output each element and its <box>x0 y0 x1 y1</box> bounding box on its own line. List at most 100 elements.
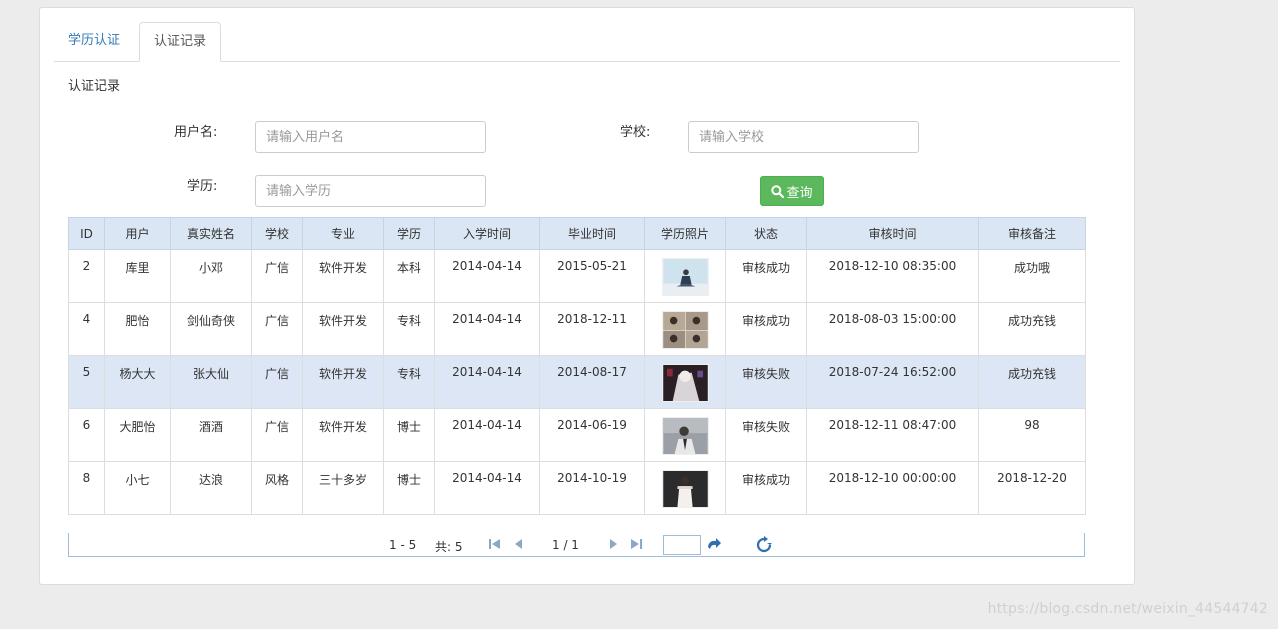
cell-major: 软件开发 <box>302 249 384 303</box>
cell-status: 审核成功 <box>725 249 807 303</box>
cell-enroll: 2014-04-14 <box>434 355 540 409</box>
cell-id: 4 <box>68 302 105 356</box>
page-jump-input[interactable] <box>663 535 701 555</box>
cell-status: 审核成功 <box>725 461 807 515</box>
col-header[interactable]: 学校 <box>251 217 303 250</box>
cell-remark: 98 <box>978 408 1086 462</box>
col-header[interactable]: 用户 <box>104 217 171 250</box>
cell-degree: 博士 <box>383 408 435 462</box>
cell-school: 风格 <box>251 461 303 515</box>
tab-bar: 学历认证 认证记录 <box>54 22 1120 62</box>
col-header[interactable]: 毕业时间 <box>539 217 645 250</box>
school-input[interactable] <box>688 121 919 153</box>
records-table: ID 用户 真实姓名 学校 专业 学历 入学时间 毕业时间 学历照片 状态 审核… <box>68 217 1086 515</box>
cell-graduate: 2015-05-21 <box>539 249 645 303</box>
cell-id: 8 <box>68 461 105 515</box>
cell-photo <box>644 302 726 356</box>
table-row[interactable]: 5 杨大大 张大仙 广信 软件开发 专科 2014-04-14 2014-08-… <box>68 355 1086 409</box>
cell-enroll: 2014-04-14 <box>434 408 540 462</box>
col-header[interactable]: 审核备注 <box>978 217 1086 250</box>
first-page-icon[interactable] <box>487 536 503 552</box>
cell-school: 广信 <box>251 408 303 462</box>
degree-input[interactable] <box>255 175 486 207</box>
degree-photo[interactable] <box>661 258 709 296</box>
cell-school: 广信 <box>251 302 303 356</box>
cell-user: 肥怡 <box>104 302 171 356</box>
degree-photo[interactable] <box>661 364 709 402</box>
cell-graduate: 2014-10-19 <box>539 461 645 515</box>
cell-user: 库里 <box>104 249 171 303</box>
col-header[interactable]: ID <box>68 217 105 250</box>
cell-id: 6 <box>68 408 105 462</box>
degree-label: 学历: <box>187 179 218 194</box>
table-row[interactable]: 6 大肥怡 酒酒 广信 软件开发 博士 2014-04-14 2014-06-1… <box>68 408 1086 462</box>
cell-status: 审核失败 <box>725 408 807 462</box>
cell-remark: 成功充钱 <box>978 302 1086 356</box>
degree-photo[interactable] <box>661 417 709 455</box>
degree-photo[interactable] <box>661 311 709 349</box>
cell-degree: 博士 <box>383 461 435 515</box>
prev-page-icon[interactable] <box>511 536 527 552</box>
cell-major: 软件开发 <box>302 302 384 356</box>
table-header-row: ID 用户 真实姓名 学校 专业 学历 入学时间 毕业时间 学历照片 状态 审核… <box>68 217 1086 250</box>
cell-school: 广信 <box>251 249 303 303</box>
section-title: 认证记录 <box>68 79 121 94</box>
cell-photo <box>644 249 726 303</box>
cell-degree: 专科 <box>383 302 435 356</box>
cell-id: 5 <box>68 355 105 409</box>
cell-user: 小七 <box>104 461 171 515</box>
cell-real-name: 剑仙奇侠 <box>170 302 252 356</box>
cell-review-time: 2018-12-10 00:00:00 <box>806 461 979 515</box>
col-header[interactable]: 学历 <box>383 217 435 250</box>
next-page-icon[interactable] <box>605 536 621 552</box>
table-row[interactable]: 2 库里 小邓 广信 软件开发 本科 2014-04-14 2015-05-21 <box>68 249 1086 303</box>
pager-page: 1 / 1 <box>552 538 579 552</box>
col-header[interactable]: 学历照片 <box>644 217 726 250</box>
cell-major: 软件开发 <box>302 408 384 462</box>
cell-graduate: 2014-06-19 <box>539 408 645 462</box>
cell-graduate: 2014-08-17 <box>539 355 645 409</box>
cell-real-name: 酒酒 <box>170 408 252 462</box>
col-header[interactable]: 专业 <box>302 217 384 250</box>
cell-remark: 成功充钱 <box>978 355 1086 409</box>
col-header[interactable]: 入学时间 <box>434 217 540 250</box>
school-label: 学校: <box>620 125 651 140</box>
tab-verification-records[interactable]: 认证记录 <box>139 22 222 62</box>
cell-school: 广信 <box>251 355 303 409</box>
cell-real-name: 达浪 <box>170 461 252 515</box>
pager-total: 共: 5 <box>435 540 463 554</box>
col-header[interactable]: 真实姓名 <box>170 217 252 250</box>
table-row[interactable]: 4 肥怡 剑仙奇侠 广信 软件开发 专科 2014-04-14 2018-12-… <box>68 302 1086 356</box>
cell-user: 杨大大 <box>104 355 171 409</box>
main-panel: 学历认证 认证记录 认证记录 用户名: 学校: 学历: 查询 ID 用户 真实姓… <box>39 7 1135 585</box>
col-header[interactable]: 状态 <box>725 217 807 250</box>
cell-review-time: 2018-12-11 08:47:00 <box>806 408 979 462</box>
cell-photo <box>644 355 726 409</box>
watermark: https://blog.csdn.net/weixin_44544742 <box>987 601 1268 617</box>
cell-status: 审核成功 <box>725 302 807 356</box>
last-page-icon[interactable] <box>628 536 644 552</box>
cell-remark: 2018-12-20 <box>978 461 1086 515</box>
go-page-icon[interactable] <box>705 536 723 554</box>
table-row[interactable]: 8 小七 达浪 风格 三十多岁 博士 2014-04-14 2014-10-19… <box>68 461 1086 515</box>
cell-enroll: 2014-04-14 <box>434 461 540 515</box>
degree-photo[interactable] <box>661 470 709 508</box>
cell-review-time: 2018-12-10 08:35:00 <box>806 249 979 303</box>
cell-enroll: 2014-04-14 <box>434 302 540 356</box>
cell-major: 三十多岁 <box>302 461 384 515</box>
query-button[interactable]: 查询 <box>760 176 824 206</box>
query-button-label: 查询 <box>786 185 813 201</box>
cell-enroll: 2014-04-14 <box>434 249 540 303</box>
cell-review-time: 2018-08-03 15:00:00 <box>806 302 979 356</box>
cell-photo <box>644 408 726 462</box>
username-label: 用户名: <box>174 125 218 140</box>
refresh-icon[interactable] <box>755 536 773 554</box>
username-input[interactable] <box>255 121 486 153</box>
col-header[interactable]: 审核时间 <box>806 217 979 250</box>
pager-range: 1 - 5 <box>389 538 417 552</box>
cell-real-name: 小邓 <box>170 249 252 303</box>
cell-degree: 本科 <box>383 249 435 303</box>
tab-degree-verification[interactable]: 学历认证 <box>54 22 134 62</box>
cell-id: 2 <box>68 249 105 303</box>
cell-real-name: 张大仙 <box>170 355 252 409</box>
